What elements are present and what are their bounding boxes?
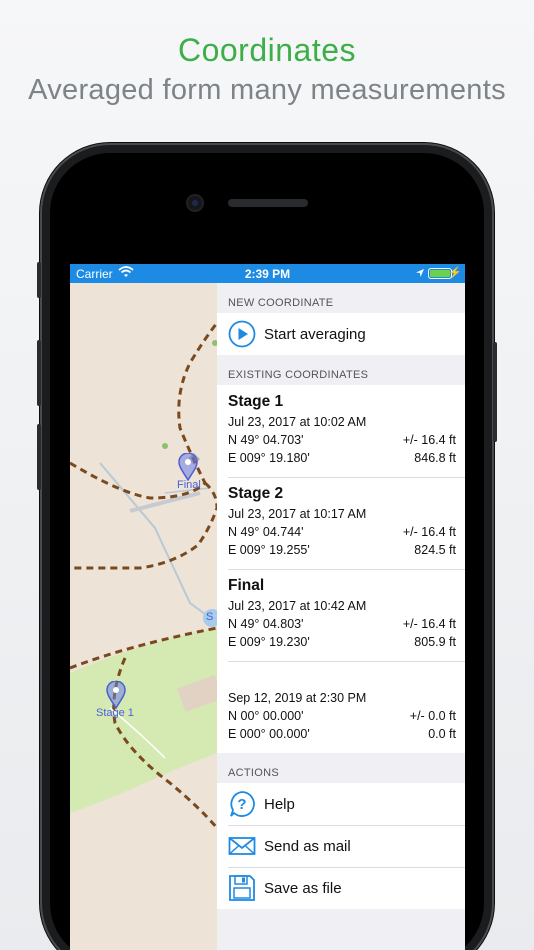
coordinate-altitude: 805.9 ft <box>414 635 456 649</box>
section-header-new: NEW COORDINATE <box>228 297 334 309</box>
coordinate-longitude: E 009° 19.180' <box>228 451 310 465</box>
map-marker-label: S <box>206 611 214 623</box>
help-button[interactable]: ? Help <box>217 783 465 825</box>
start-averaging-label: Start averaging <box>264 325 366 343</box>
coordinate-altitude: 824.5 ft <box>414 543 456 557</box>
coordinate-panel: NEW COORDINATE Start averaging EXISTING … <box>217 283 465 950</box>
coordinate-altitude: 0.0 ft <box>428 727 456 741</box>
send-as-mail-button[interactable]: Send as mail <box>217 825 465 867</box>
app-screen: Carrier 2:39 PM ⚡ Final Stage 1 S NEW CO… <box>70 264 465 950</box>
coordinate-name: Final <box>228 577 265 594</box>
coordinate-longitude: E 000° 00.000' <box>228 727 310 741</box>
mute-switch <box>37 262 41 298</box>
subheadline: Averaged form many measurements <box>28 74 506 106</box>
coordinate-name: Stage 2 <box>228 485 284 502</box>
earpiece-speaker <box>228 199 308 207</box>
headline: Coordinates <box>177 32 357 68</box>
coordinate-accuracy: +/- 16.4 ft <box>402 433 456 447</box>
coordinate-name <box>228 669 456 691</box>
coordinate-name: Stage 1 <box>228 393 284 410</box>
coordinate-latitude: N 49° 04.803' <box>228 617 304 631</box>
send-as-mail-label: Send as mail <box>264 837 351 855</box>
coordinate-accuracy: +/- 0.0 ft <box>409 709 456 723</box>
front-camera <box>188 196 202 210</box>
coordinate-latitude: N 49° 04.703' <box>228 433 304 447</box>
svg-text:?: ? <box>237 796 246 813</box>
coordinate-latitude: N 00° 00.000' <box>228 709 304 723</box>
map-marker-label: Final <box>177 479 201 491</box>
coordinate-row[interactable]: Final Jul 23, 2017 at 10:42 AM N 49° 04.… <box>217 569 465 661</box>
save-as-file-button[interactable]: Save as file <box>217 867 465 909</box>
coordinate-longitude: E 009° 19.255' <box>228 543 310 557</box>
status-bar: Carrier 2:39 PM ⚡ <box>70 264 465 283</box>
floppy-disk-icon <box>228 874 256 902</box>
coordinate-row[interactable]: Sep 12, 2019 at 2:30 PM N 00° 00.000' +/-… <box>217 661 465 753</box>
mail-icon <box>228 832 256 860</box>
volume-down-button <box>37 424 41 490</box>
save-as-file-label: Save as file <box>264 879 342 897</box>
coordinate-longitude: E 009° 19.230' <box>228 635 310 649</box>
clock: 2:39 PM <box>244 267 291 281</box>
charging-bolt-icon: ⚡ <box>448 267 462 279</box>
section-header-existing: EXISTING COORDINATES <box>228 369 369 381</box>
coordinate-altitude: 846.8 ft <box>414 451 456 465</box>
help-icon: ? <box>228 790 256 818</box>
coordinate-row[interactable]: Stage 2 Jul 23, 2017 at 10:17 AM N 49° 0… <box>217 477 465 569</box>
coordinate-row[interactable]: Stage 1 Jul 23, 2017 at 10:02 AM N 49° 0… <box>217 385 465 477</box>
coordinate-latitude: N 49° 04.744' <box>228 525 304 539</box>
volume-up-button <box>37 340 41 406</box>
map-marker-label: Stage 1 <box>96 707 134 719</box>
start-averaging-button[interactable]: Start averaging <box>217 313 465 355</box>
location-arrow-icon <box>415 267 425 281</box>
coordinate-date: Jul 23, 2017 at 10:02 AM <box>228 415 367 429</box>
coordinate-date: Jul 23, 2017 at 10:42 AM <box>228 599 367 613</box>
power-button <box>493 342 497 442</box>
coordinate-accuracy: +/- 16.4 ft <box>402 617 456 631</box>
section-header-actions: ACTIONS <box>228 767 279 779</box>
play-icon <box>228 320 256 348</box>
coordinate-date: Jul 23, 2017 at 10:17 AM <box>228 507 367 521</box>
coordinate-accuracy: +/- 16.4 ft <box>402 525 456 539</box>
help-label: Help <box>264 795 295 813</box>
map-view[interactable]: Final Stage 1 S <box>70 283 224 950</box>
coordinate-date: Sep 12, 2019 at 2:30 PM <box>228 691 367 705</box>
